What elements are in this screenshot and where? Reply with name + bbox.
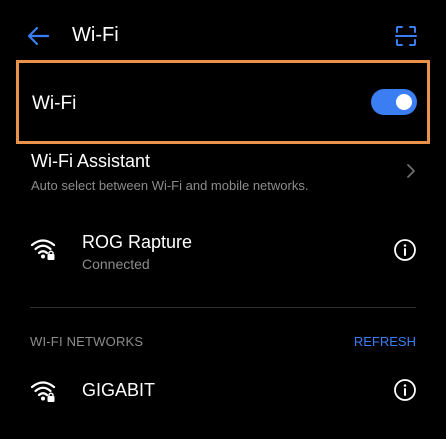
back-button[interactable] [22, 20, 54, 52]
network-name: ROG Rapture [82, 232, 193, 252]
wifi-secured-icon [30, 239, 56, 260]
info-icon[interactable] [393, 238, 417, 262]
divider [30, 307, 416, 308]
network-row[interactable]: GIGABIT [0, 366, 446, 414]
wifi-assistant-title: Wi-Fi Assistant [31, 151, 151, 171]
connected-network-row[interactable]: ROG Rapture Connected [0, 224, 446, 280]
back-arrow-icon[interactable] [26, 26, 50, 46]
wifi-assistant-subtitle: Auto select between Wi-Fi and mobile net… [31, 178, 309, 193]
wifi-assistant-row[interactable]: Wi-Fi Assistant Auto select between Wi-F… [0, 146, 446, 204]
info-icon[interactable] [393, 378, 417, 402]
wifi-secured-icon [30, 381, 56, 402]
networks-section-header: WI-FI NETWORKS REFRESH [0, 330, 446, 354]
scan-button[interactable] [390, 20, 422, 52]
chevron-right-icon [407, 164, 415, 178]
page-title: Wi-Fi [72, 24, 119, 46]
network-status: Connected [82, 256, 150, 272]
network-name: GIGABIT [82, 380, 156, 400]
qr-scan-icon[interactable] [395, 25, 417, 47]
section-label: WI-FI NETWORKS [30, 334, 144, 349]
wifi-toggle-switch[interactable] [371, 89, 417, 115]
refresh-button[interactable]: REFRESH [354, 334, 416, 350]
toggle-knob [396, 94, 412, 110]
wifi-toggle-label: Wi-Fi [32, 93, 77, 114]
wifi-toggle-row[interactable]: Wi-Fi [16, 60, 430, 144]
